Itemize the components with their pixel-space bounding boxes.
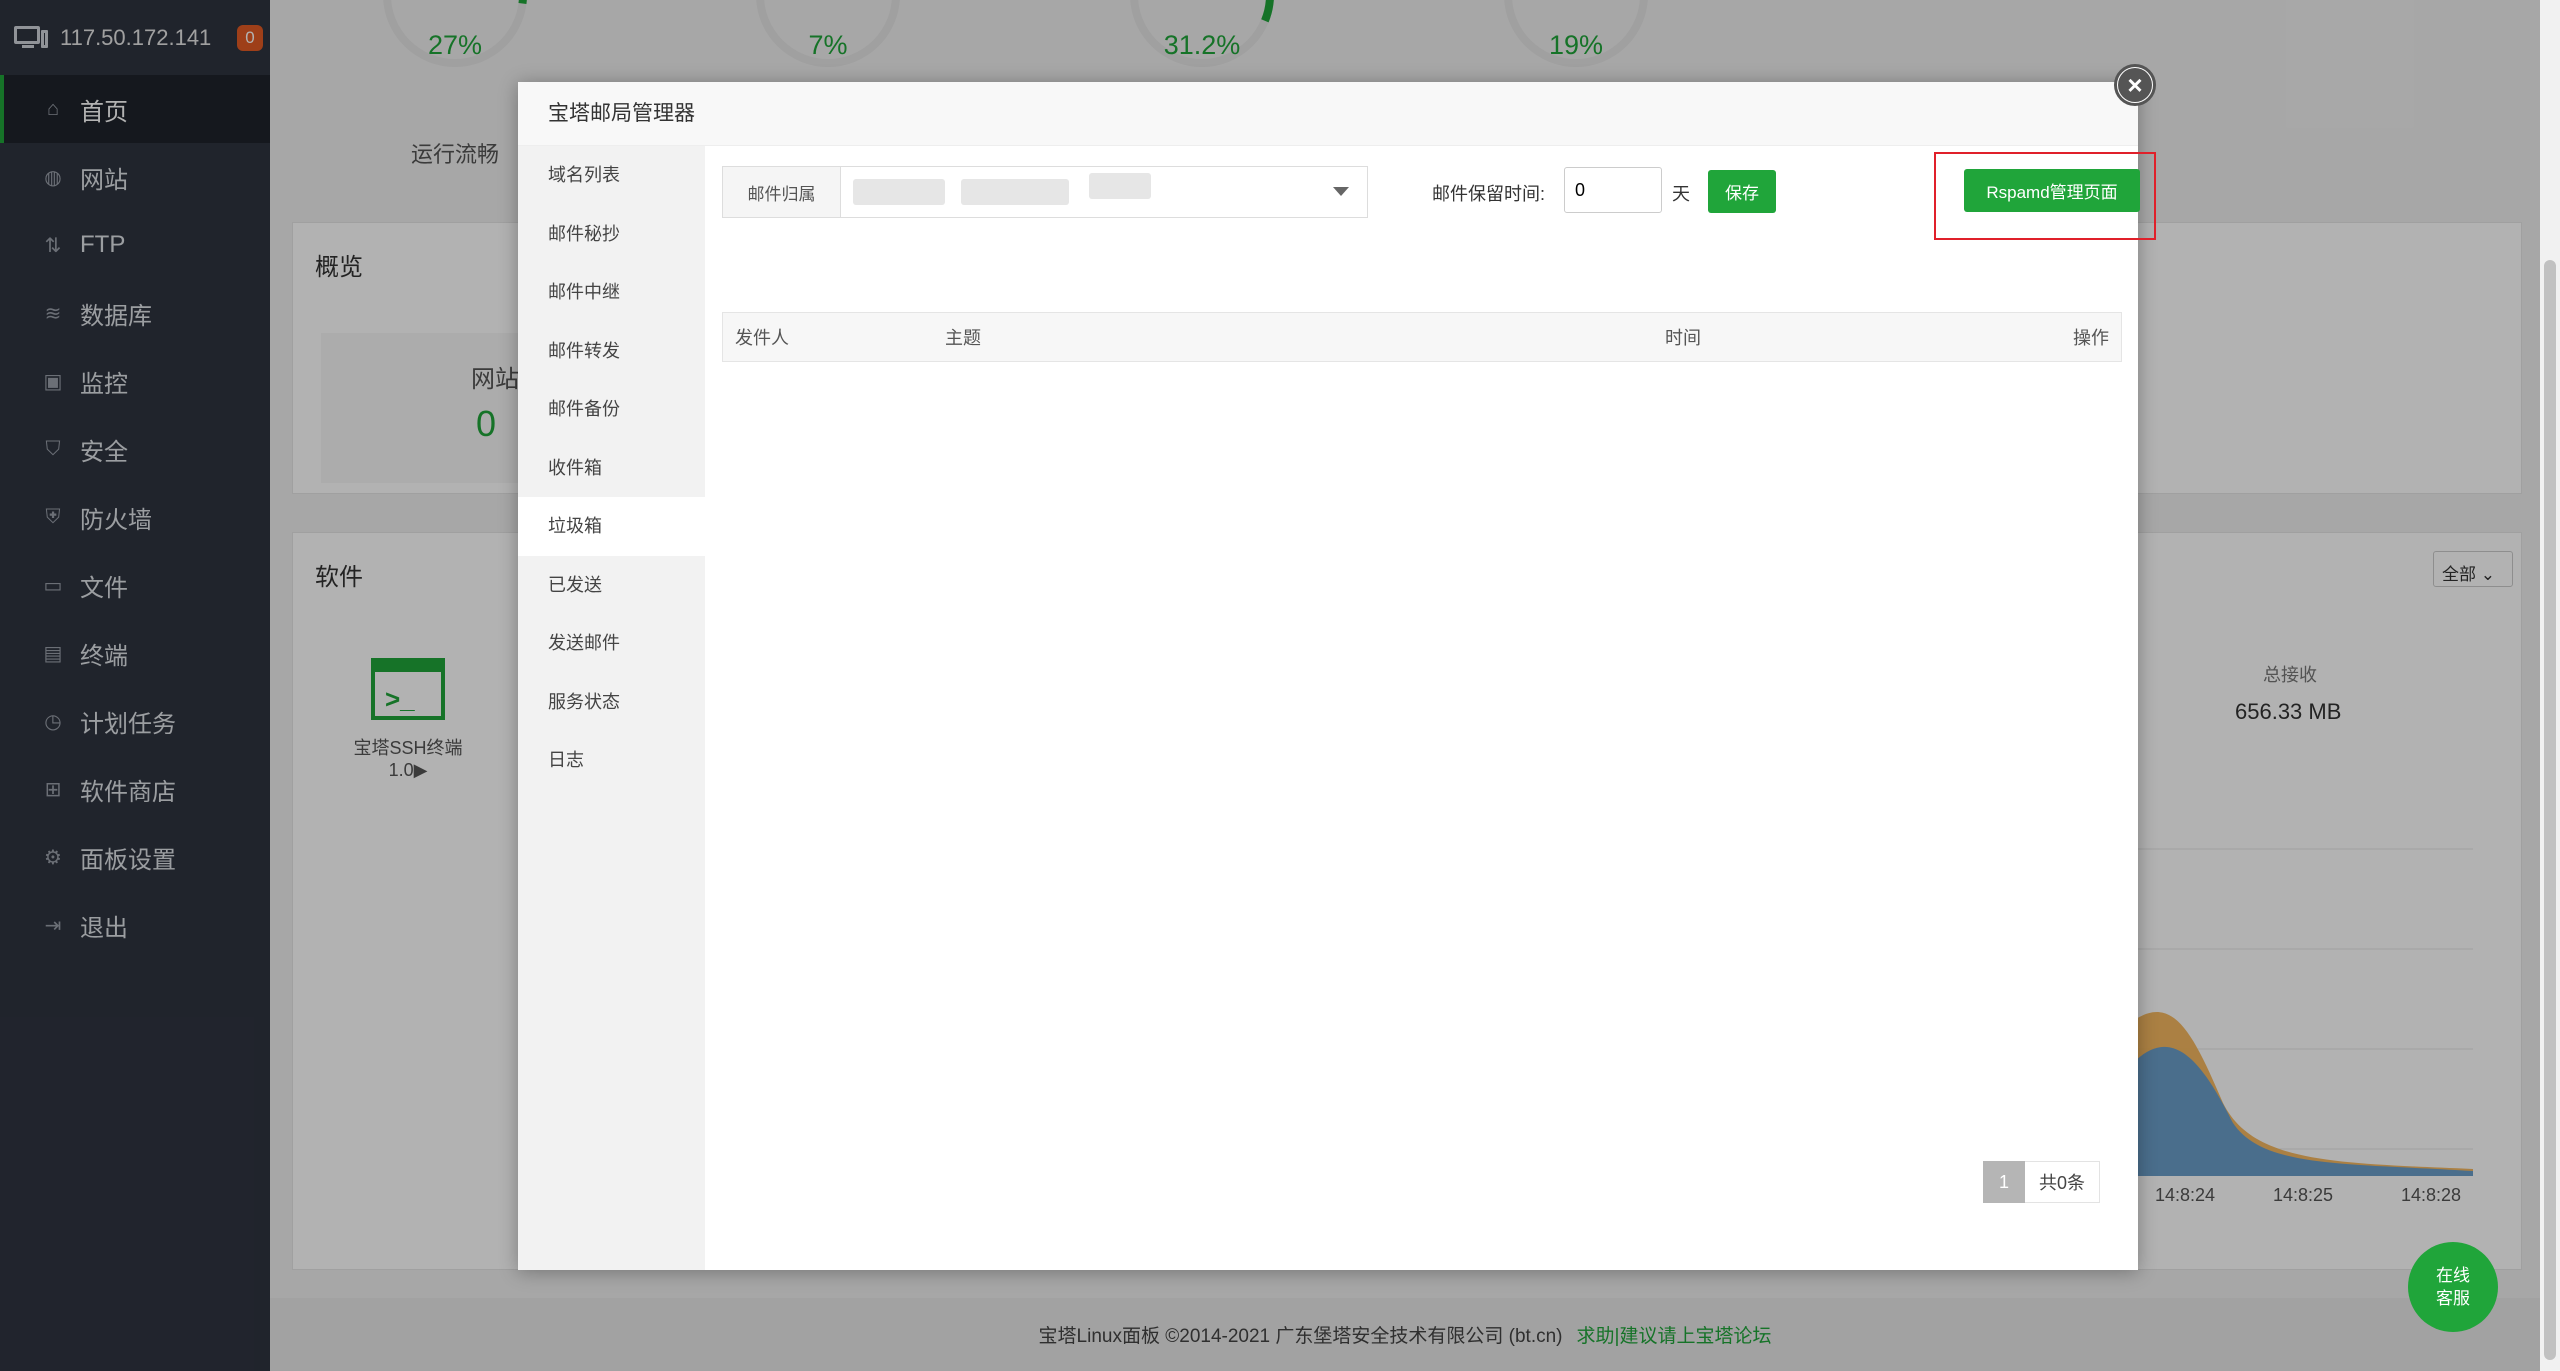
dialog-nav-spam[interactable]: 垃圾箱: [518, 497, 705, 556]
rspamd-admin-button[interactable]: Rspamd管理页面: [1964, 169, 2140, 212]
mail-owner-value[interactable]: [841, 167, 1367, 217]
column-action: 操作: [2073, 328, 2109, 348]
support-line-2: 客服: [2436, 1289, 2470, 1308]
dialog-nav-logs[interactable]: 日志: [518, 731, 705, 790]
dialog-nav: 域名列表 邮件秘抄 邮件中继 邮件转发 邮件备份 收件箱 垃圾箱 已发送 发送邮…: [518, 146, 705, 1270]
chevron-down-icon: [1333, 187, 1349, 196]
dialog-title: 宝塔邮局管理器: [518, 82, 2138, 146]
dialog-nav-domains[interactable]: 域名列表: [518, 146, 705, 205]
mail-owner-label: 邮件归属: [723, 167, 841, 217]
mail-table: 发件人 主题 时间 操作: [722, 312, 2122, 362]
dialog-nav-service-status[interactable]: 服务状态: [518, 673, 705, 732]
dialog-nav-bcc[interactable]: 邮件秘抄: [518, 205, 705, 264]
redacted-text: [853, 179, 945, 205]
dialog-nav-inbox[interactable]: 收件箱: [518, 439, 705, 498]
column-time: 时间: [1665, 328, 1701, 348]
close-button[interactable]: ×: [2114, 64, 2156, 106]
dialog-nav-relay[interactable]: 邮件中继: [518, 263, 705, 322]
spam-toolbar: 邮件归属 邮件保留时间: 天 保存 Rspamd管理页面: [722, 152, 2156, 240]
dialog-nav-backup[interactable]: 邮件备份: [518, 380, 705, 439]
page-number[interactable]: 1: [1983, 1161, 2025, 1203]
page-total: 共0条: [2025, 1161, 2101, 1203]
close-icon: ×: [2127, 70, 2143, 100]
page-scrollbar[interactable]: [2540, 0, 2560, 1371]
dialog-nav-forward[interactable]: 邮件转发: [518, 322, 705, 381]
mail-manager-dialog: 宝塔邮局管理器 × 域名列表 邮件秘抄 邮件中继 邮件转发 邮件备份 收件箱 垃…: [518, 64, 2156, 1270]
keep-time-input[interactable]: [1564, 167, 1662, 213]
dialog-nav-sent[interactable]: 已发送: [518, 556, 705, 615]
table-header: 发件人 主题 时间 操作: [722, 312, 2122, 362]
support-line-1: 在线: [2436, 1266, 2470, 1285]
save-button[interactable]: 保存: [1708, 170, 1776, 213]
keep-time-label: 邮件保留时间:: [1432, 184, 1546, 204]
redacted-text: [1089, 173, 1151, 199]
scrollbar-thumb[interactable]: [2544, 260, 2556, 1360]
redacted-text: [961, 179, 1069, 205]
pagination: 1 共0条: [1983, 1161, 2101, 1203]
dialog-body: 邮件归属 邮件保留时间: 天 保存 Rspamd管理页面 发件人 主题 时间 操…: [705, 146, 2156, 1270]
column-sender: 发件人: [735, 328, 789, 348]
mail-owner-select[interactable]: 邮件归属: [722, 166, 1368, 218]
keep-time-unit: 天: [1672, 184, 1690, 204]
column-subject: 主题: [945, 328, 981, 348]
online-support-button[interactable]: 在线 客服: [2408, 1242, 2498, 1332]
dialog-nav-compose[interactable]: 发送邮件: [518, 614, 705, 673]
